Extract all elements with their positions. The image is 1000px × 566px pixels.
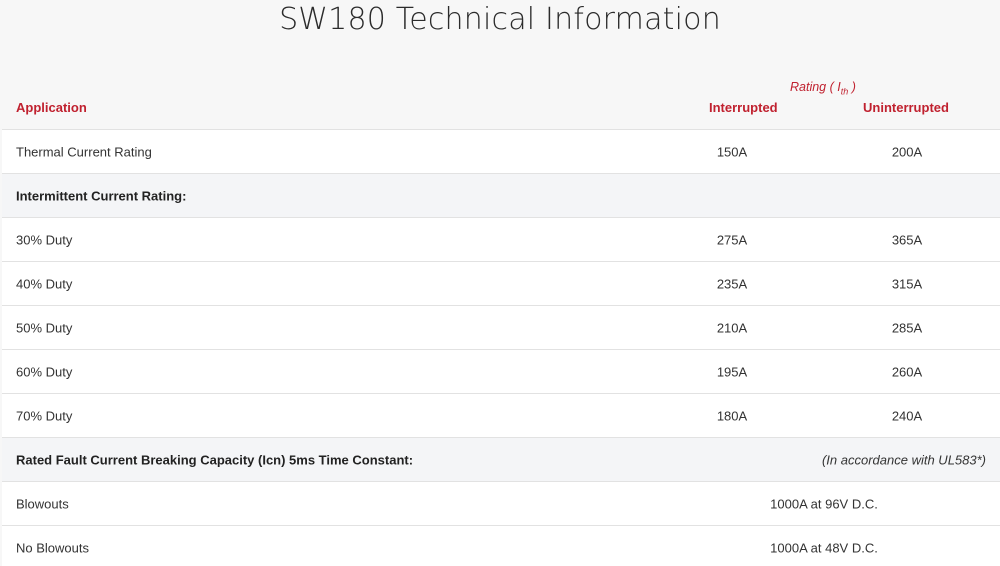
table-row-duty60: 60% Duty 195A 260A xyxy=(2,350,1000,394)
rating-label: Rating ( Ith ) xyxy=(790,80,856,97)
rating-label-prefix: Rating ( I xyxy=(790,80,841,94)
page-title: SW180 Technical Information xyxy=(279,2,721,37)
uninterrupted-value: 200A xyxy=(891,144,923,159)
uninterrupted-value: 315A xyxy=(891,276,923,291)
uninterrupted-value: 285A xyxy=(891,320,923,335)
row-label: 40% Duty xyxy=(16,276,73,291)
interrupted-value: 275A xyxy=(716,232,748,247)
table-row-thermal: Thermal Current Rating 150A 200A xyxy=(2,130,1000,174)
row-label: 60% Duty xyxy=(16,364,73,379)
interrupted-value: 235A xyxy=(716,276,748,291)
table-row-duty30: 30% Duty 275A 365A xyxy=(2,218,1000,262)
section-row-fault: Rated Fault Current Breaking Capacity (I… xyxy=(2,438,1000,482)
row-label: 30% Duty xyxy=(16,232,73,247)
column-header-application: Application xyxy=(16,100,87,115)
tech-info-table: Rating ( Ith ) Application Interrupted U… xyxy=(2,70,1000,566)
row-label: No Blowouts xyxy=(16,540,89,555)
row-label: 70% Duty xyxy=(16,408,73,423)
breaking-capacity-value: 1000A at 96V D.C. xyxy=(770,496,878,511)
standard-note: (In accordance with UL583*) xyxy=(821,452,986,467)
table-row-duty40: 40% Duty 235A 315A xyxy=(2,262,1000,306)
row-label: Blowouts xyxy=(16,496,69,511)
table-row-blowouts: Blowouts 1000A at 96V D.C. xyxy=(2,482,1000,526)
section-heading: Intermittent Current Rating: xyxy=(16,188,187,203)
interrupted-value: 195A xyxy=(716,364,748,379)
interrupted-value: 210A xyxy=(716,320,748,335)
section-heading: Rated Fault Current Breaking Capacity (I… xyxy=(16,452,414,467)
row-label: Thermal Current Rating xyxy=(16,144,152,159)
column-header-interrupted: Interrupted xyxy=(709,100,778,115)
table-row-duty50: 50% Duty 210A 285A xyxy=(2,306,1000,350)
table-header: Rating ( Ith ) Application Interrupted U… xyxy=(2,70,1000,130)
row-label: 50% Duty xyxy=(16,320,73,335)
uninterrupted-value: 240A xyxy=(891,408,923,423)
table-row-duty70: 70% Duty 180A 240A xyxy=(2,394,1000,438)
section-row-intermittent: Intermittent Current Rating: xyxy=(2,174,1000,218)
page: SW180 Technical Information Rating ( Ith… xyxy=(0,0,1000,566)
rating-label-suffix: ) xyxy=(848,80,856,94)
uninterrupted-value: 260A xyxy=(891,364,923,379)
interrupted-value: 180A xyxy=(716,408,748,423)
interrupted-value: 150A xyxy=(716,144,748,159)
breaking-capacity-value: 1000A at 48V D.C. xyxy=(770,540,878,555)
column-header-uninterrupted: Uninterrupted xyxy=(863,100,949,115)
table-row-no-blowouts: No Blowouts 1000A at 48V D.C. xyxy=(2,526,1000,566)
uninterrupted-value: 365A xyxy=(891,232,923,247)
